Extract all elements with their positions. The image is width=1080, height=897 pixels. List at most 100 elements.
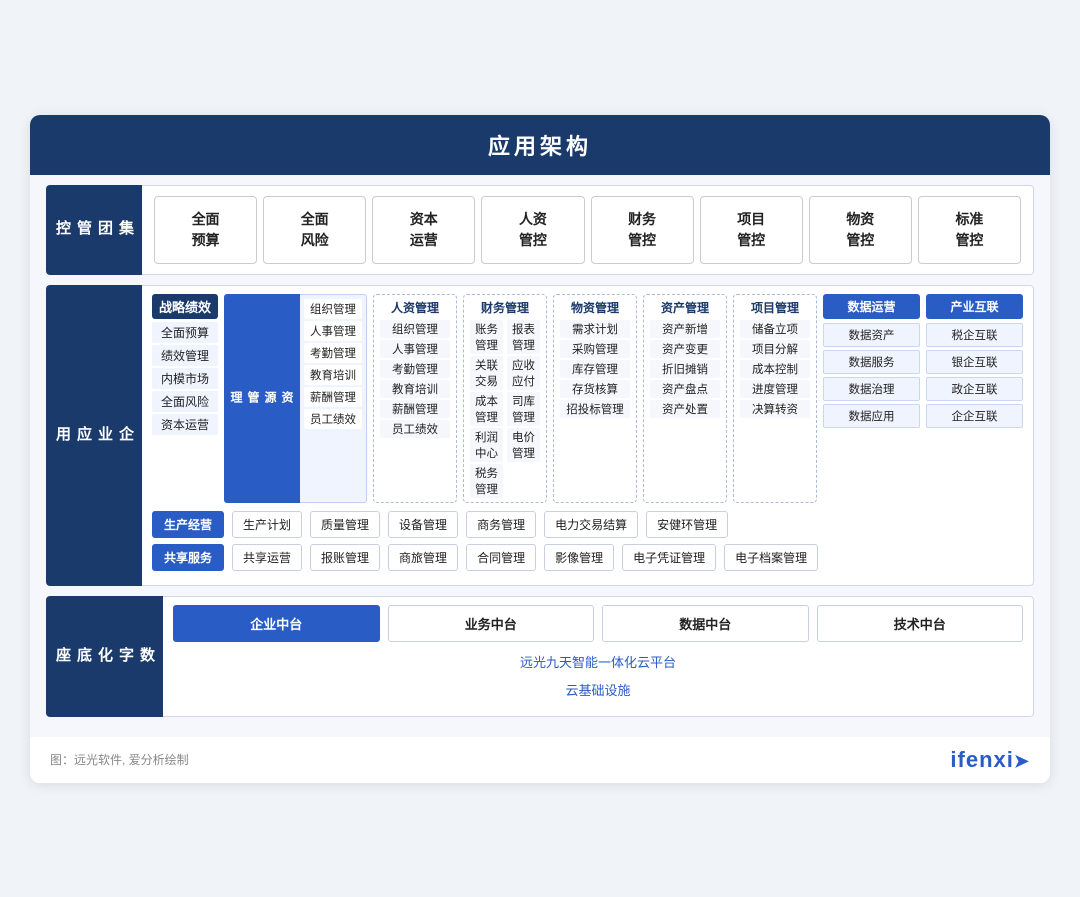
digital-content: 企业中台 业务中台 数据中台 技术中台 远光九天智能一体化云平台 云基础设施 xyxy=(163,596,1034,717)
ziyuan-item-5: 薪酬管理 xyxy=(304,387,362,407)
caiwu-c1-4: 利润中心 xyxy=(470,428,503,462)
xiangmu-title: 项目管理 xyxy=(740,299,810,316)
caiwu-c2-3: 司库管理 xyxy=(507,392,540,426)
industry-item-4: 企企互联 xyxy=(926,404,1023,428)
data-ops-items: 数据资产 数据服务 数据治理 数据应用 xyxy=(823,323,920,428)
industry-item-1: 税企互联 xyxy=(926,323,1023,347)
production-item-4: 商务管理 xyxy=(466,511,536,538)
caiwu-c1-2: 关联交易 xyxy=(470,356,503,390)
xiangmu-item-5: 决算转资 xyxy=(740,400,810,418)
jituan-label: 集团管控 xyxy=(46,185,142,275)
main-card: 应用架构 集团管控 全面预算 全面风险 资本运营 人资管控 财务管控 项目管控 … xyxy=(30,115,1050,783)
industry-title: 产业互联 xyxy=(926,294,1023,319)
zhanlue-block: 战略绩效 全面预算 绩效管理 内模市场 全面风险 资本运营 xyxy=(152,294,218,503)
shared-item-2: 报账管理 xyxy=(310,544,380,571)
shared-label: 共享服务 xyxy=(152,544,224,571)
zhanlue-item-4: 全面风险 xyxy=(152,391,218,412)
xiangmu-block: 项目管理 储备立项 项目分解 成本控制 进度管理 决算转资 xyxy=(733,294,817,503)
production-row: 生产经营 生产计划 质量管理 设备管理 商务管理 电力交易结算 安健环管理 xyxy=(152,511,1023,538)
production-label: 生产经营 xyxy=(152,511,224,538)
platform-yewu: 业务中台 xyxy=(388,605,595,642)
xiangmu-item-2: 项目分解 xyxy=(740,340,810,358)
ziyuan-item-6: 员工绩效 xyxy=(304,409,362,429)
caiwu-col1: 账务管理 关联交易 成本管理 利润中心 税务管理 xyxy=(470,320,503,498)
production-item-1: 生产计划 xyxy=(232,511,302,538)
industry-item-3: 政企互联 xyxy=(926,377,1023,401)
production-item-3: 设备管理 xyxy=(388,511,458,538)
digital-label: 数字化底座 xyxy=(46,596,163,717)
jituan-item-1: 全面预算 xyxy=(154,196,257,264)
xiangmu-items: 储备立项 项目分解 成本控制 进度管理 决算转资 xyxy=(740,320,810,418)
wuzi-block: 物资管理 需求计划 采购管理 库存管理 存货核算 招投标管理 xyxy=(553,294,637,503)
zichan-title: 资产管理 xyxy=(650,299,720,316)
renzi-item-2: 人事管理 xyxy=(380,340,450,358)
platform-qiye: 企业中台 xyxy=(173,605,380,642)
caiwu-cols: 账务管理 关联交易 成本管理 利润中心 税务管理 报表管理 应收应付 司库管理 … xyxy=(470,320,540,498)
shared-row: 共享服务 共享运营 报账管理 商旅管理 合同管理 影像管理 电子凭证管理 电子档… xyxy=(152,544,1023,571)
digital-link2-row: 云基础设施 xyxy=(173,680,1023,700)
renzi-item-1: 组织管理 xyxy=(380,320,450,338)
industry-col: 产业互联 税企互联 银企互联 政企互联 企企互联 xyxy=(926,294,1023,503)
wuzi-items: 需求计划 采购管理 库存管理 存货核算 招投标管理 xyxy=(560,320,630,418)
footer-source: 图：远光软件, 爱分析绘制 xyxy=(50,751,189,768)
jituan-item-5: 财务管控 xyxy=(591,196,694,264)
jituan-content: 全面预算 全面风险 资本运营 人资管控 财务管控 项目管控 物资管控 标准管控 xyxy=(142,185,1034,275)
zhanlue-item-5: 资本运营 xyxy=(152,414,218,435)
jituan-item-3: 资本运营 xyxy=(372,196,475,264)
digital-link1[interactable]: 远光九天智能一体化云平台 xyxy=(520,655,676,670)
zichan-block: 资产管理 资产新增 资产变更 折旧摊销 资产盘点 资产处置 xyxy=(643,294,727,503)
ziyuan-vert-label: 资源管理 xyxy=(224,294,300,503)
logo-text-3: xi xyxy=(994,747,1014,772)
wuzi-item-5: 招投标管理 xyxy=(560,400,630,418)
jituan-item-7: 物资管控 xyxy=(809,196,912,264)
caiwu-title: 财务管理 xyxy=(470,299,540,316)
qiye-label: 企业应用 xyxy=(46,285,142,586)
caiwu-block: 财务管理 账务管理 关联交易 成本管理 利润中心 税务管理 报表管理 xyxy=(463,294,547,503)
shared-item-6: 电子凭证管理 xyxy=(622,544,716,571)
wuzi-title: 物资管理 xyxy=(560,299,630,316)
zhanlue-items: 全面预算 绩效管理 内模市场 全面风险 资本运营 xyxy=(152,322,218,435)
renzi-title: 人资管理 xyxy=(380,299,450,316)
zichan-item-5: 资产处置 xyxy=(650,400,720,418)
shared-item-7: 电子档案管理 xyxy=(724,544,818,571)
page-title: 应用架构 xyxy=(30,115,1050,175)
ziyuan-block: 资源管理 组织管理 人事管理 考勤管理 教育培训 薪酬管理 员工绩效 xyxy=(224,294,367,503)
jituan-item-2: 全面风险 xyxy=(263,196,366,264)
production-item-6: 安健环管理 xyxy=(646,511,728,538)
xiangmu-item-4: 进度管理 xyxy=(740,380,810,398)
digital-link2[interactable]: 云基础设施 xyxy=(565,683,630,698)
logo-arrow: ➤ xyxy=(1014,751,1030,771)
footer-logo: ifenxi➤ xyxy=(950,747,1030,773)
platform-data: 数据中台 xyxy=(602,605,809,642)
digital-link1-row: 远光九天智能一体化云平台 xyxy=(173,652,1023,672)
zhanlue-item-3: 内模市场 xyxy=(152,368,218,389)
caiwu-c2-4: 电价管理 xyxy=(507,428,540,462)
wuzi-item-3: 库存管理 xyxy=(560,360,630,378)
qiye-section: 企业应用 战略绩效 全面预算 绩效管理 内模市场 全面风险 资本运营 xyxy=(46,285,1034,586)
zhanlue-item-2: 绩效管理 xyxy=(152,345,218,366)
ziyuan-item-4: 教育培训 xyxy=(304,365,362,385)
wuzi-item-1: 需求计划 xyxy=(560,320,630,338)
xiangmu-item-3: 成本控制 xyxy=(740,360,810,378)
platform-tech: 技术中台 xyxy=(817,605,1024,642)
zhanlue-item-1: 全面预算 xyxy=(152,322,218,343)
caiwu-c1-3: 成本管理 xyxy=(470,392,503,426)
main-content: 集团管控 全面预算 全面风险 资本运营 人资管控 财务管控 项目管控 物资管控 … xyxy=(30,175,1050,737)
production-item-5: 电力交易结算 xyxy=(544,511,638,538)
shared-item-3: 商旅管理 xyxy=(388,544,458,571)
digital-section: 数字化底座 企业中台 业务中台 数据中台 技术中台 远光九天智能一体化云平台 云… xyxy=(46,596,1034,717)
right-blocks: 数据运营 数据资产 数据服务 数据治理 数据应用 产业互联 税企互联 xyxy=(823,294,1023,503)
caiwu-col2: 报表管理 应收应付 司库管理 电价管理 xyxy=(507,320,540,498)
data-ops-col: 数据运营 数据资产 数据服务 数据治理 数据应用 xyxy=(823,294,920,503)
shared-item-4: 合同管理 xyxy=(466,544,536,571)
renzi-item-6: 员工绩效 xyxy=(380,420,450,438)
jituan-item-6: 项目管控 xyxy=(700,196,803,264)
qiye-top-row: 战略绩效 全面预算 绩效管理 内模市场 全面风险 资本运营 资源管理 xyxy=(152,294,1023,503)
industry-item-2: 银企互联 xyxy=(926,350,1023,374)
zichan-item-2: 资产变更 xyxy=(650,340,720,358)
shared-item-5: 影像管理 xyxy=(544,544,614,571)
ziyuan-item-3: 考勤管理 xyxy=(304,343,362,363)
zichan-item-4: 资产盘点 xyxy=(650,380,720,398)
zichan-item-1: 资产新增 xyxy=(650,320,720,338)
jituan-items-row: 全面预算 全面风险 资本运营 人资管控 财务管控 项目管控 物资管控 标准管控 xyxy=(154,196,1021,264)
